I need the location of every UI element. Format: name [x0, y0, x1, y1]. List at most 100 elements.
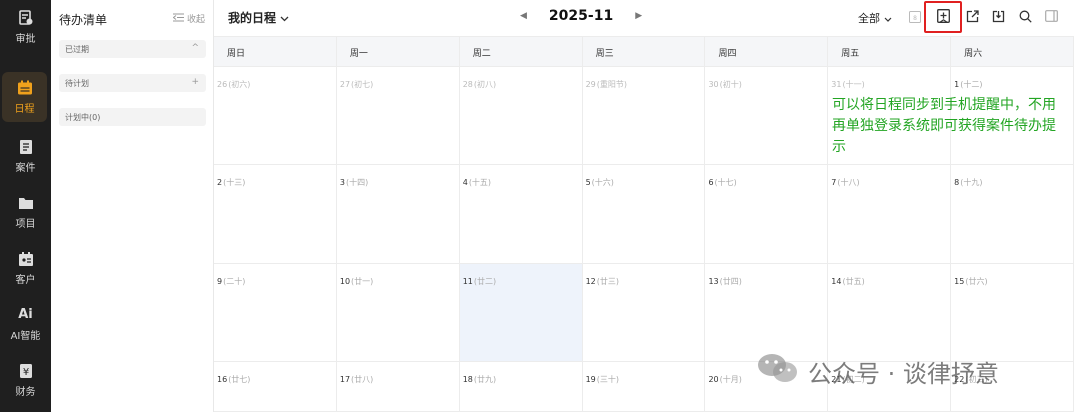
calendar-day-cell[interactable]: 19(三十) [582, 362, 706, 412]
day-number: 20 [708, 375, 719, 384]
nav-label: 日程 [14, 103, 35, 115]
next-month-button[interactable]: ▶ [635, 11, 642, 21]
calendar-day-cell[interactable]: 26(初六) [214, 67, 337, 165]
calendar-day-cell[interactable]: 17(廿八) [336, 362, 460, 412]
todo-group-label: 已过期 [65, 44, 89, 54]
calendar-day-cell[interactable]: 2(十三) [214, 165, 337, 264]
today-icon[interactable]: 8 [908, 9, 922, 23]
prev-month-button[interactable]: ◀ [520, 11, 527, 21]
day-number: 14 [831, 277, 842, 286]
calendar-day-cell[interactable]: 7(十八) [828, 165, 952, 264]
day-number: 15 [954, 277, 965, 286]
nav-item-client[interactable]: 客户 [0, 243, 51, 293]
lunar-date: (初十) [719, 80, 742, 89]
lunar-date: (初七) [351, 80, 374, 89]
calendar-day-cell[interactable]: 16(廿七) [214, 362, 337, 412]
chevron-down-icon [884, 12, 892, 25]
calendar-day-cell[interactable]: 14(廿五) [828, 264, 952, 362]
weekday-mon: 周一 [337, 37, 460, 68]
todo-group-expired[interactable]: 已过期 ^ [59, 40, 206, 58]
day-number: 9 [217, 277, 223, 286]
nav-item-approval[interactable]: 审批 [0, 2, 51, 52]
calendar-day-cell[interactable]: 13(廿四) [705, 264, 829, 362]
day-number: 16 [217, 375, 228, 384]
calendar-day-cell[interactable]: 15(廿六) [951, 264, 1075, 362]
collapse-icon [172, 13, 184, 25]
calendar-day-cell[interactable]: 10(廿一) [336, 264, 460, 362]
calendar-toolbar: 我的日程 ◀ 2025-11 ▶ 全部 8 [214, 0, 1080, 36]
app-root: 审批 日程 案件 项目 客户 Ai AI智能 ¥ 财务 待办清单 收起 已过期 … [0, 0, 1080, 412]
day-number: 1 [954, 80, 960, 89]
search-icon[interactable] [1018, 9, 1032, 23]
folder-icon [18, 195, 34, 211]
lunar-date: (初八) [473, 80, 497, 89]
calendar-day-cell[interactable]: 6(十七) [705, 165, 829, 264]
day-number: 30 [708, 80, 719, 89]
calendar-day-cell[interactable]: 27(初七) [336, 67, 460, 165]
calendar-day-cell[interactable]: 12(廿三) [582, 264, 706, 362]
nav-item-project[interactable]: 项目 [0, 187, 51, 237]
calendar-day-cell[interactable]: 18(廿九) [459, 362, 583, 412]
todo-group-label: 待计划 [65, 78, 89, 88]
nav-item-calendar[interactable]: 日程 [2, 72, 47, 122]
nav-item-finance[interactable]: ¥ 财务 [0, 355, 51, 405]
day-number: 4 [462, 178, 468, 187]
calendar-day-cell[interactable]: 30(初十) [705, 67, 829, 165]
add-icon[interactable]: + [191, 77, 199, 87]
todo-group-planned[interactable]: 计划中(0) [59, 108, 206, 126]
calendar-day-cell[interactable]: 3(十四) [336, 165, 460, 264]
panel-icon[interactable] [1044, 9, 1058, 23]
day-number: 10 [339, 277, 351, 286]
calendar-day-cell[interactable]: 29(重阳节) [582, 67, 706, 165]
day-number: 12 [585, 277, 596, 286]
lunar-date: (廿六) [965, 277, 988, 286]
day-number: 3 [339, 178, 345, 187]
lunar-date: (初六) [228, 80, 251, 89]
lunar-date: (十月) [719, 375, 742, 384]
weekday-tue: 周二 [460, 37, 583, 68]
calendar-day-cell[interactable]: 11(廿二) [459, 264, 583, 362]
lunar-date: (廿八) [351, 375, 374, 384]
day-number: 17 [339, 375, 351, 384]
ai-icon: Ai [18, 307, 33, 322]
svg-text:¥: ¥ [22, 367, 28, 378]
lunar-date: (十四) [345, 178, 369, 187]
todo-panel: 待办清单 收起 已过期 ^ 待计划 + 计划中(0) [51, 0, 214, 412]
lunar-date: (廿五) [842, 277, 865, 286]
calendar-day-cell[interactable]: 9(二十) [214, 264, 337, 362]
my-calendar-dropdown[interactable]: 我的日程 [228, 9, 289, 26]
calendar-day-cell[interactable]: 5(十六) [582, 165, 706, 264]
day-number: 18 [462, 375, 473, 384]
calendar-day-cell[interactable]: 8(十九) [951, 165, 1075, 264]
lunar-date: (廿三) [596, 277, 620, 286]
day-number: 6 [708, 178, 714, 187]
todo-group-label: 计划中(0) [65, 112, 101, 122]
lunar-date: (廿七) [228, 375, 251, 384]
lunar-date: (十八) [837, 178, 860, 187]
wechat-watermark: 公众号 · 谈律抒意 [756, 351, 999, 391]
todo-group-unplanned[interactable]: 待计划 + [59, 74, 206, 92]
nav-item-ai[interactable]: Ai AI智能 [0, 299, 51, 349]
export-icon[interactable] [965, 9, 979, 23]
weekday-sat: 周六 [951, 37, 1075, 68]
calendar-day-cell[interactable]: 28(初八) [459, 67, 583, 165]
client-icon [18, 251, 34, 267]
import-icon[interactable] [991, 9, 1005, 23]
calendar-day-cell[interactable]: 4(十五) [459, 165, 583, 264]
todo-title: 待办清单 [59, 13, 108, 27]
nav-item-case[interactable]: 案件 [0, 131, 51, 181]
chevron-up-icon[interactable]: ^ [191, 43, 199, 53]
lunar-date: (十五) [468, 178, 492, 187]
nav-label: 客户 [15, 274, 36, 286]
lunar-date: (十二) [960, 80, 983, 89]
lunar-date: (十九) [960, 178, 983, 187]
weekday-wed: 周三 [583, 37, 706, 68]
collapse-button[interactable]: 收起 [172, 12, 205, 25]
day-number: 7 [831, 178, 837, 187]
filter-dropdown[interactable]: 全部 [858, 10, 892, 26]
lunar-date: (廿九) [473, 375, 497, 384]
nav-label: 案件 [15, 162, 36, 174]
sync-to-phone-icon[interactable] [936, 9, 950, 23]
lunar-date: (廿四) [719, 277, 742, 286]
main-nav: 审批 日程 案件 项目 客户 Ai AI智能 ¥ 财务 [0, 0, 51, 412]
